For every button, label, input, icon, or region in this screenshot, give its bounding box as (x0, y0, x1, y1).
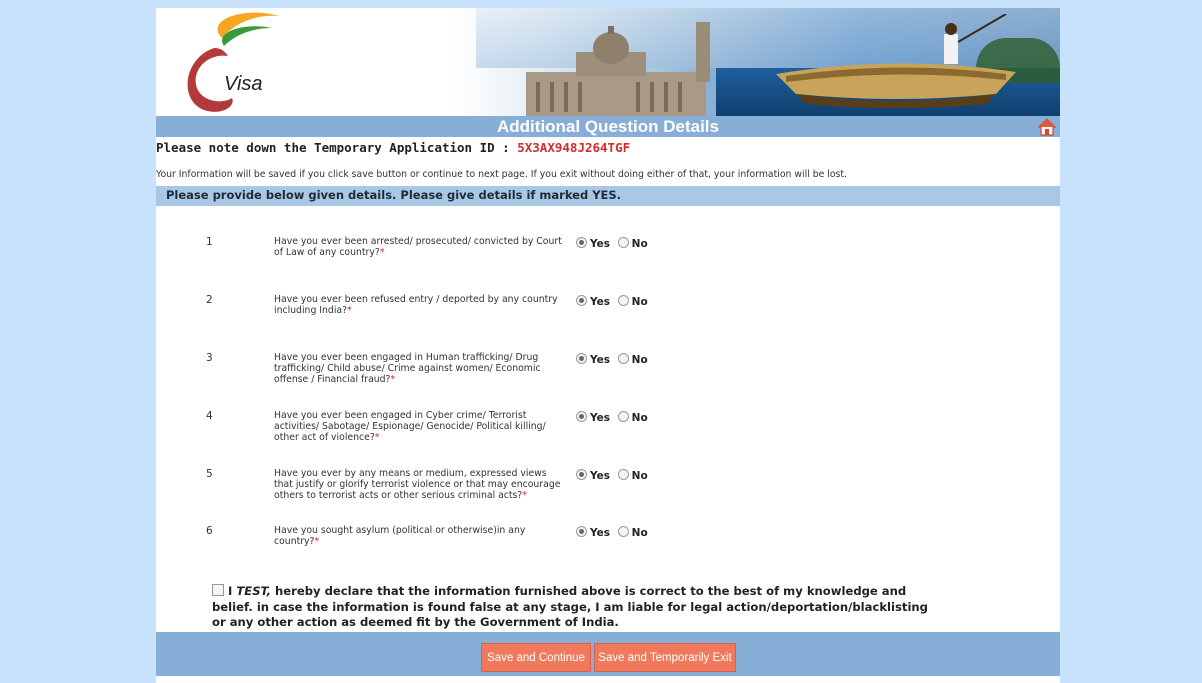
section-header: Please provide below given details. Plea… (156, 186, 1060, 206)
answer-options: Yes No (576, 294, 652, 308)
yes-label: Yes (590, 296, 611, 308)
no-label: No (631, 470, 648, 482)
yes-label: Yes (590, 412, 611, 424)
save-and-continue-button[interactable]: Save and Continue (481, 643, 591, 672)
no-radio[interactable] (617, 295, 629, 306)
declaration-checkbox[interactable] (212, 584, 224, 596)
yes-radio[interactable] (576, 353, 587, 364)
temp-id-value: 5X3AX948J264TGF (517, 140, 631, 155)
temp-application-id: Please note down the Temporary Applicati… (156, 140, 630, 155)
no-radio[interactable] (617, 411, 629, 422)
answer-options: Yes No (576, 525, 652, 539)
header-banner: Visa (156, 8, 1060, 116)
yes-radio[interactable] (576, 295, 587, 306)
temp-id-label: Please note down the Temporary Applicati… (156, 140, 518, 155)
question-number: 1 (206, 236, 213, 248)
question-text: Have you ever been engaged in Cyber crim… (274, 410, 546, 443)
yes-label: Yes (590, 238, 611, 250)
question-text: Have you ever by any means or medium, ex… (274, 468, 561, 501)
question-number: 3 (206, 352, 213, 364)
no-label: No (631, 238, 648, 250)
footer-bar: Save and Continue Save and Temporarily E… (156, 632, 1060, 676)
yes-label: Yes (590, 527, 611, 539)
page-title: Additional Question Details (497, 117, 719, 136)
logo-text: Visa (224, 73, 263, 95)
yes-radio[interactable] (576, 411, 587, 422)
question-text: Have you sought asylum (political or oth… (274, 525, 526, 547)
no-label: No (631, 527, 648, 539)
no-radio[interactable] (617, 237, 629, 248)
no-radio[interactable] (617, 353, 629, 364)
save-info-note: Your Information will be saved if you cl… (156, 169, 847, 180)
answer-options: Yes No (576, 236, 652, 250)
no-radio[interactable] (617, 469, 629, 480)
page-container: Visa Additional Question Details Please … (156, 8, 1060, 683)
no-radio[interactable] (617, 526, 629, 537)
no-label: No (631, 296, 648, 308)
yes-label: Yes (590, 470, 611, 482)
yes-radio[interactable] (576, 469, 587, 480)
yes-label: Yes (590, 354, 611, 366)
home-icon[interactable] (1038, 118, 1056, 136)
declarant-name: TEST, (236, 584, 271, 598)
answer-options: Yes No (576, 352, 652, 366)
question-text: Have you ever been arrested/ prosecuted/… (274, 236, 562, 258)
evisa-logo: Visa (187, 12, 279, 112)
question-number: 6 (206, 525, 213, 537)
answer-options: Yes No (576, 468, 652, 482)
question-number: 5 (206, 468, 213, 480)
question-text: Have you ever been engaged in Human traf… (274, 352, 541, 385)
title-bar: Additional Question Details (156, 116, 1060, 137)
question-text: Have you ever been refused entry / depor… (274, 294, 558, 316)
yes-radio[interactable] (576, 526, 587, 537)
question-number: 2 (206, 294, 213, 306)
no-label: No (631, 354, 648, 366)
declaration: I TEST, hereby declare that the informat… (212, 583, 932, 631)
building-illustration (526, 22, 710, 116)
declaration-text: hereby declare that the information furn… (212, 584, 928, 629)
answer-options: Yes No (576, 410, 652, 424)
section-instructions: Please provide below given details. Plea… (166, 188, 622, 202)
yes-radio[interactable] (576, 237, 587, 248)
question-number: 4 (206, 410, 213, 422)
houseboat-illustration (776, 14, 1016, 108)
no-label: No (631, 412, 648, 424)
save-and-exit-button[interactable]: Save and Temporarily Exit (594, 643, 736, 672)
